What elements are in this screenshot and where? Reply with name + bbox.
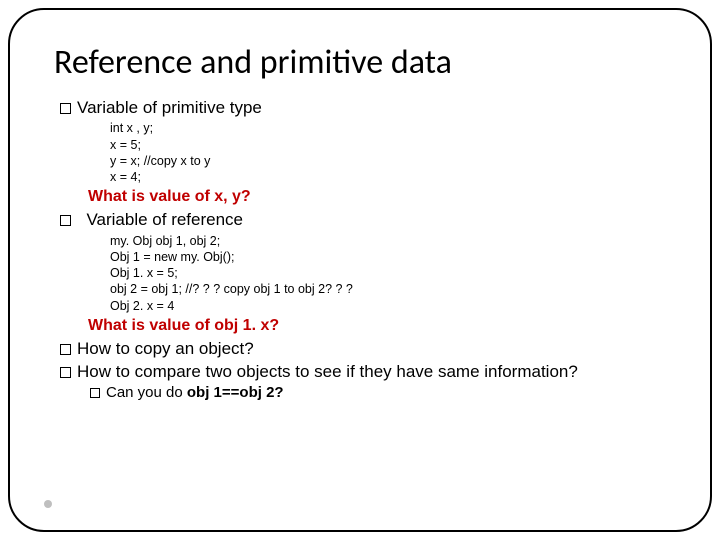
bullet-compare-objects: How to compare two objects to see if the… [60,361,666,382]
bullet-label: Variable of reference [86,210,243,229]
checkbox-icon [60,103,71,114]
code-reference: my. Obj obj 1, obj 2; Obj 1 = new my. Ob… [110,233,666,314]
checkbox-icon [60,344,71,355]
checkbox-icon [90,388,100,398]
bullet-label: Variable of primitive type [77,98,262,117]
question-reference: What is value of obj 1. x? [88,316,666,336]
checkbox-icon [60,215,71,226]
bullet-prefix: Can you do [106,384,187,401]
slide-content: Variable of primitive type int x , y; x … [54,97,666,403]
bullet-reference-type: Variable of reference [60,209,666,230]
bullet-primitive-type: Variable of primitive type [60,97,666,118]
bullet-label: How to compare two objects to see if the… [77,362,578,381]
code-primitive: int x , y; x = 5; y = x; //copy x to y x… [110,120,666,185]
bullet-bold: obj 1==obj 2? [187,384,284,401]
checkbox-icon [60,367,71,378]
bullet-label: How to copy an object? [77,339,254,358]
bullet-copy-object: How to copy an object? [60,338,666,359]
question-primitive: What is value of x, y? [88,187,666,207]
slide-frame: Reference and primitive data Variable of… [8,8,712,532]
slide-title: Reference and primitive data [54,42,666,83]
page-indicator-icon [44,500,52,508]
bullet-equality-check: Can you do obj 1==obj 2? [90,384,666,403]
